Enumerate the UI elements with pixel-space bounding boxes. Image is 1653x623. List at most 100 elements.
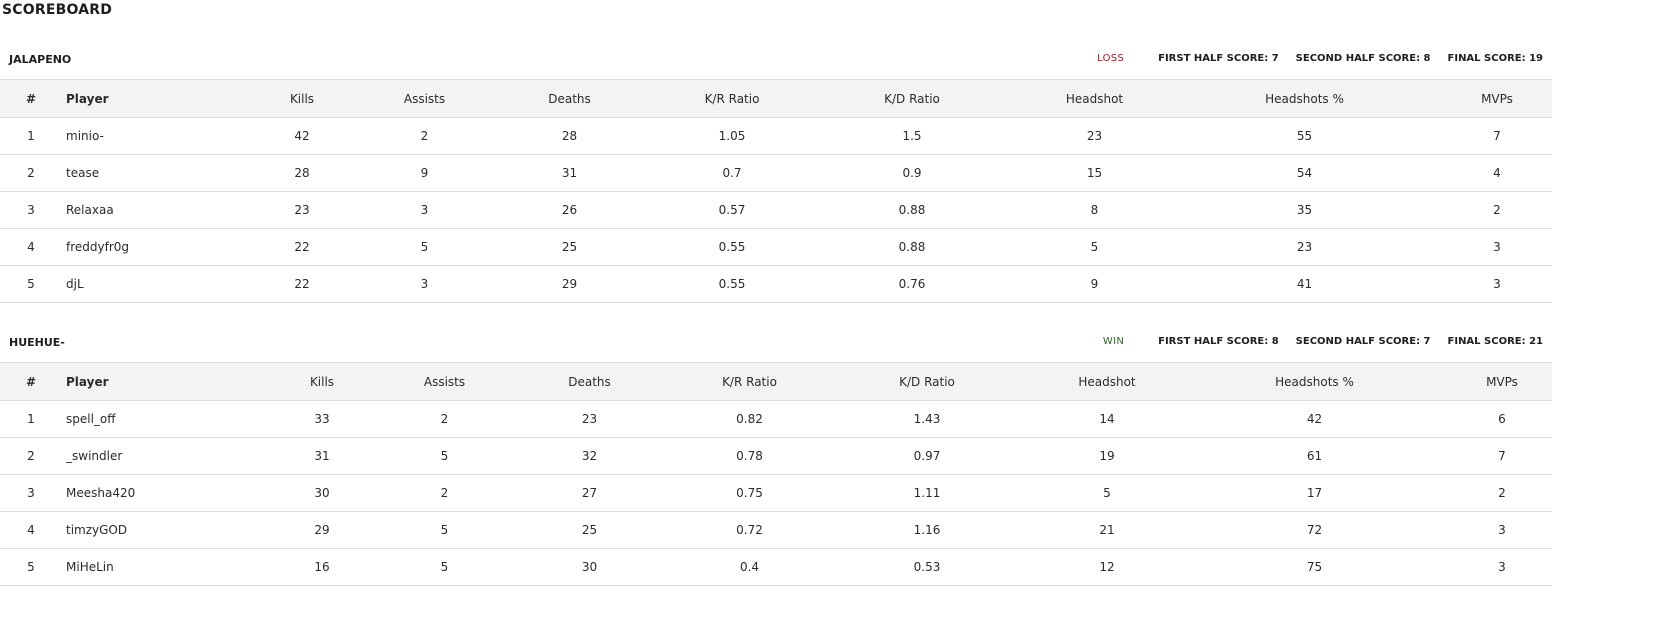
cell-kd: 0.76 xyxy=(802,265,1022,303)
cell-kills: 42 xyxy=(232,117,372,155)
table-row: 3 Relaxaa 23 3 26 0.57 0.88 8 35 2 xyxy=(0,191,1552,229)
page-title: SCOREBOARD xyxy=(2,2,113,18)
cell-player: djL xyxy=(62,265,232,303)
team-header: JALAPENO LOSS FIRST HALF SCORE: 7 SECOND… xyxy=(0,43,1552,79)
team-section-huehue: HUEHUE- WIN FIRST HALF SCORE: 8 SECOND H… xyxy=(0,326,1552,586)
cell-assists: 5 xyxy=(392,437,497,475)
cell-kd: 1.5 xyxy=(802,117,1022,155)
cell-idx: 3 xyxy=(0,474,62,512)
cell-mvps: 3 xyxy=(1452,511,1552,549)
table-row: 3 Meesha420 30 2 27 0.75 1.11 5 17 2 xyxy=(0,474,1552,512)
cell-mvps: 7 xyxy=(1442,117,1552,155)
table-row: 4 freddyfr0g 22 5 25 0.55 0.88 5 23 3 xyxy=(0,228,1552,266)
table-row: 2 tease 28 9 31 0.7 0.9 15 54 4 xyxy=(0,154,1552,192)
team-name: HUEHUE- xyxy=(9,336,65,349)
cell-idx: 1 xyxy=(0,117,62,155)
cell-headshot: 15 xyxy=(1022,154,1167,192)
column-header-idx: # xyxy=(0,79,62,118)
table-row: 5 MiHeLin 16 5 30 0.4 0.53 12 75 3 xyxy=(0,548,1552,586)
column-header-idx: # xyxy=(0,362,62,401)
column-header-mvps: MVPs xyxy=(1442,79,1552,118)
cell-player: Relaxaa xyxy=(62,191,232,229)
cell-assists: 2 xyxy=(392,474,497,512)
column-header-player: Player xyxy=(62,362,252,401)
cell-headshot: 23 xyxy=(1022,117,1167,155)
cell-kr: 0.78 xyxy=(682,437,817,475)
cell-kr: 0.7 xyxy=(662,154,802,192)
cell-kd: 1.16 xyxy=(817,511,1037,549)
cell-hs-pct: 61 xyxy=(1177,437,1452,475)
cell-hs-pct: 42 xyxy=(1177,400,1452,438)
cell-player: spell_off xyxy=(62,400,252,438)
cell-kills: 16 xyxy=(252,548,392,586)
column-header-headshot: Headshot xyxy=(1037,362,1177,401)
column-header-hs-pct: Headshots % xyxy=(1167,79,1442,118)
cell-deaths: 25 xyxy=(497,511,682,549)
cell-kills: 31 xyxy=(252,437,392,475)
scoreboard-page: SCOREBOARD JALAPENO LOSS FIRST HALF SCOR… xyxy=(0,0,1653,623)
cell-hs-pct: 35 xyxy=(1167,191,1442,229)
table-row: 1 minio- 42 2 28 1.05 1.5 23 55 7 xyxy=(0,117,1552,155)
cell-kd: 0.53 xyxy=(817,548,1037,586)
cell-headshot: 5 xyxy=(1037,474,1177,512)
cell-kills: 33 xyxy=(252,400,392,438)
cell-hs-pct: 54 xyxy=(1167,154,1442,192)
cell-kd: 1.11 xyxy=(817,474,1037,512)
cell-idx: 4 xyxy=(0,511,62,549)
cell-deaths: 23 xyxy=(497,400,682,438)
cell-kills: 30 xyxy=(252,474,392,512)
cell-headshot: 19 xyxy=(1037,437,1177,475)
table-row: 4 timzyGOD 29 5 25 0.72 1.16 21 72 3 xyxy=(0,511,1552,549)
column-header-hs-pct: Headshots % xyxy=(1177,362,1452,401)
first-half-score: FIRST HALF SCORE: 8 xyxy=(1158,336,1279,347)
cell-kr: 0.57 xyxy=(662,191,802,229)
cell-idx: 5 xyxy=(0,265,62,303)
second-half-score: SECOND HALF SCORE: 8 xyxy=(1295,53,1431,64)
cell-mvps: 6 xyxy=(1452,400,1552,438)
cell-mvps: 7 xyxy=(1452,437,1552,475)
cell-headshot: 9 xyxy=(1022,265,1167,303)
cell-assists: 5 xyxy=(392,548,497,586)
scoreboard-table: # Player Kills Assists Deaths K/R Ratio K/D Ra… xyxy=(0,362,1552,586)
first-half-score: FIRST HALF SCORE: 7 xyxy=(1158,53,1279,64)
cell-mvps: 3 xyxy=(1442,265,1552,303)
cell-deaths: 32 xyxy=(497,437,682,475)
cell-headshot: 5 xyxy=(1022,228,1167,266)
table-row: 1 spell_off 33 2 23 0.82 1.43 14 42 6 xyxy=(0,400,1552,438)
cell-kd: 0.88 xyxy=(802,191,1022,229)
cell-deaths: 30 xyxy=(497,548,682,586)
cell-kd: 1.43 xyxy=(817,400,1037,438)
table-body: 1 spell_off 33 2 23 0.82 1.43 14 42 6 2 _swindler 31… xyxy=(0,400,1552,586)
cell-assists: 3 xyxy=(372,191,477,229)
cell-kd: 0.88 xyxy=(802,228,1022,266)
cell-deaths: 31 xyxy=(477,154,662,192)
cell-kills: 29 xyxy=(252,511,392,549)
cell-idx: 3 xyxy=(0,191,62,229)
column-header-kills: Kills xyxy=(252,362,392,401)
column-header-kd: K/D Ratio xyxy=(802,79,1022,118)
column-header-kd: K/D Ratio xyxy=(817,362,1037,401)
cell-assists: 3 xyxy=(372,265,477,303)
cell-deaths: 25 xyxy=(477,228,662,266)
table-row: 2 _swindler 31 5 32 0.78 0.97 19 61 7 xyxy=(0,437,1552,475)
team-header: HUEHUE- WIN FIRST HALF SCORE: 8 SECOND H… xyxy=(0,326,1552,362)
match-result-badge: WIN xyxy=(1102,336,1125,347)
cell-mvps: 2 xyxy=(1452,474,1552,512)
cell-headshot: 14 xyxy=(1037,400,1177,438)
cell-kills: 23 xyxy=(232,191,372,229)
column-header-assists: Assists xyxy=(372,79,477,118)
final-score: FINAL SCORE: 19 xyxy=(1447,53,1543,64)
cell-mvps: 2 xyxy=(1442,191,1552,229)
cell-player: freddyfr0g xyxy=(62,228,232,266)
cell-deaths: 27 xyxy=(497,474,682,512)
cell-idx: 1 xyxy=(0,400,62,438)
match-result-badge: LOSS xyxy=(1097,53,1125,64)
column-header-kr: K/R Ratio xyxy=(662,79,802,118)
cell-mvps: 3 xyxy=(1452,548,1552,586)
cell-deaths: 26 xyxy=(477,191,662,229)
cell-player: _swindler xyxy=(62,437,252,475)
cell-headshot: 21 xyxy=(1037,511,1177,549)
cell-hs-pct: 41 xyxy=(1167,265,1442,303)
cell-hs-pct: 72 xyxy=(1177,511,1452,549)
cell-assists: 2 xyxy=(392,400,497,438)
